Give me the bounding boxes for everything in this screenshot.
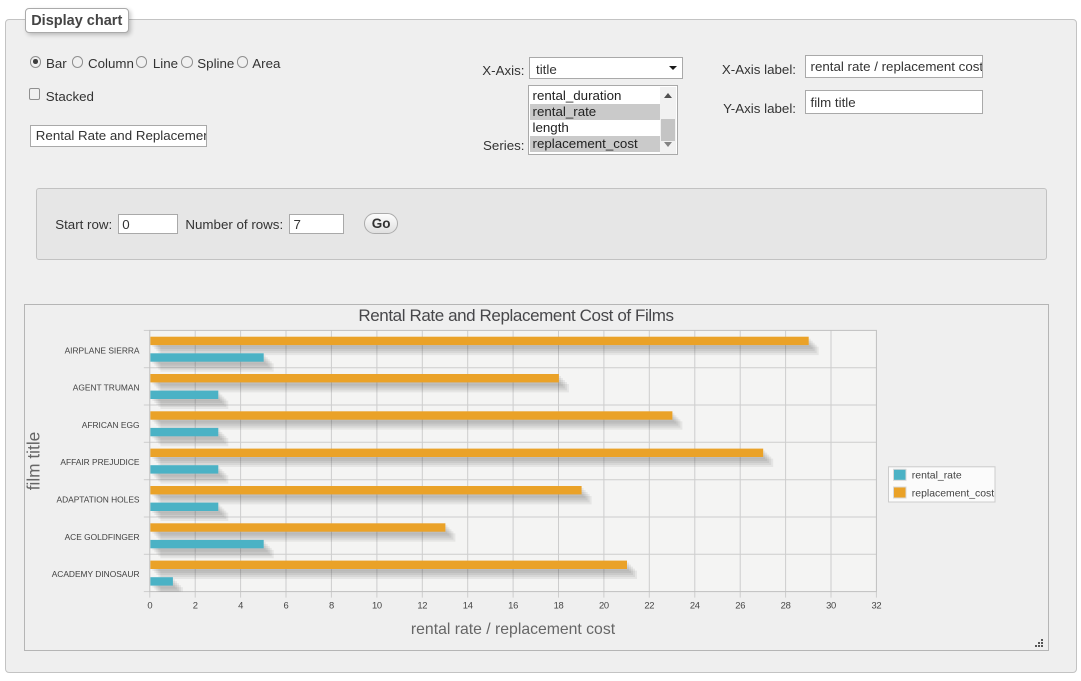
svg-text:AFFAIR PREJUDICE: AFFAIR PREJUDICE xyxy=(60,457,140,467)
svg-text:ADAPTATION HOLES: ADAPTATION HOLES xyxy=(57,495,140,505)
svg-text:rental rate / replacement cost: rental rate / replacement cost xyxy=(411,621,616,638)
svg-text:replacement_cost: replacement_cost xyxy=(912,488,994,499)
svg-text:10: 10 xyxy=(372,599,382,610)
svg-text:32: 32 xyxy=(871,599,881,610)
svg-text:2: 2 xyxy=(193,599,198,610)
svg-text:AFRICAN EGG: AFRICAN EGG xyxy=(82,420,140,430)
svg-text:ACE GOLDFINGER: ACE GOLDFINGER xyxy=(65,532,140,542)
svg-text:22: 22 xyxy=(644,599,654,610)
svg-text:film title: film title xyxy=(24,432,44,491)
svg-text:18: 18 xyxy=(554,599,564,610)
svg-text:28: 28 xyxy=(781,599,791,610)
svg-text:12: 12 xyxy=(417,599,427,610)
svg-text:8: 8 xyxy=(329,599,334,610)
svg-text:AGENT TRUMAN: AGENT TRUMAN xyxy=(73,383,140,393)
svg-text:14: 14 xyxy=(463,599,473,610)
svg-text:0: 0 xyxy=(147,599,152,610)
svg-text:30: 30 xyxy=(826,599,836,610)
svg-text:AIRPLANE SIERRA: AIRPLANE SIERRA xyxy=(65,345,140,355)
svg-text:24: 24 xyxy=(690,599,700,610)
svg-text:ACADEMY DINOSAUR: ACADEMY DINOSAUR xyxy=(52,569,140,579)
svg-text:4: 4 xyxy=(238,599,243,610)
svg-text:20: 20 xyxy=(599,599,609,610)
svg-text:Rental Rate and Replacement Co: Rental Rate and Replacement Cost of Film… xyxy=(358,306,673,325)
svg-text:26: 26 xyxy=(735,599,745,610)
svg-text:rental_rate: rental_rate xyxy=(912,471,962,482)
svg-text:6: 6 xyxy=(284,599,289,610)
svg-text:16: 16 xyxy=(508,599,518,610)
